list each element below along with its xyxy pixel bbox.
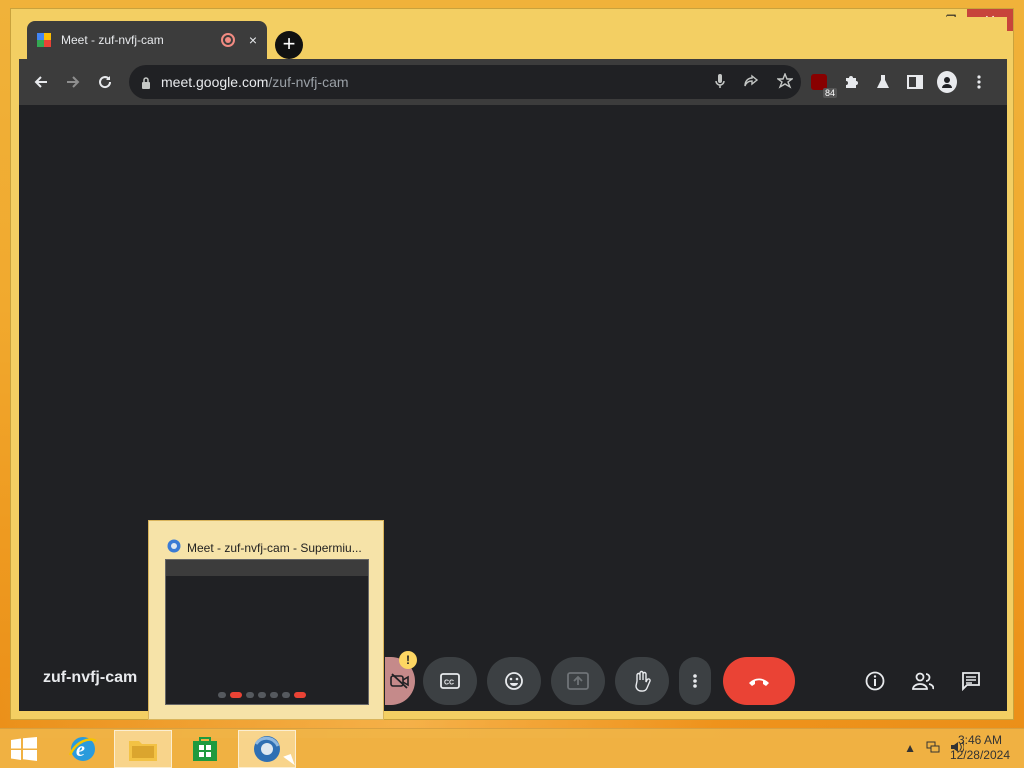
lock-icon[interactable]: [141, 76, 151, 89]
side-panel-icon[interactable]: [905, 72, 925, 92]
bookmark-star-icon[interactable]: [775, 71, 795, 92]
meeting-details-info-icon[interactable]: [859, 665, 891, 697]
people-icon[interactable]: [907, 665, 939, 697]
ublock-badge: 84: [822, 88, 837, 98]
url-path: /zuf-nvfj-cam: [268, 74, 349, 90]
browser-app-icon: [167, 539, 181, 556]
leave-call-button[interactable]: [723, 657, 795, 705]
back-icon[interactable]: [25, 66, 57, 98]
clock-time: 3:46 AM: [957, 733, 1002, 747]
more-options-button[interactable]: [679, 657, 711, 705]
present-screen-button[interactable]: [551, 657, 605, 705]
omnibox-actions: [715, 65, 795, 99]
tab-strip: Meet - zuf-nvfj-cam × +: [19, 17, 1007, 63]
extensions-area: 84: [809, 65, 989, 99]
start-windows-icon[interactable]: [10, 737, 38, 761]
forward-icon[interactable]: [57, 66, 89, 98]
tab-meet[interactable]: Meet - zuf-nvfj-cam ×: [27, 21, 267, 59]
ublock-extension-icon[interactable]: 84: [809, 72, 837, 98]
chat-icon[interactable]: [955, 665, 987, 697]
captions-button[interactable]: CC: [423, 657, 477, 705]
raise-hand-button[interactable]: [615, 657, 669, 705]
reactions-emoji-button[interactable]: [487, 657, 541, 705]
new-tab-button[interactable]: +: [275, 31, 303, 59]
camera-warning-badge[interactable]: !: [399, 651, 417, 669]
share-icon[interactable]: [743, 74, 759, 91]
taskbar: e ▲ 3:46 AM 12/28/2024: [0, 728, 1024, 768]
network-icon[interactable]: [926, 741, 940, 756]
clock-date: 12/28/2024: [949, 748, 1010, 762]
store-icon[interactable]: [176, 730, 234, 768]
recording-indicator-icon: [220, 33, 235, 47]
meeting-code-label: zuf-nvfj-cam: [43, 669, 138, 686]
address-bar[interactable]: meet.google.com/zuf-nvfj-cam: [129, 65, 801, 99]
browser-toolbar: meet.google.com/zuf-nvfj-cam 84: [19, 59, 1007, 105]
profile-avatar-icon[interactable]: [937, 71, 957, 93]
tab-title: Meet - zuf-nvfj-cam: [61, 33, 164, 47]
labs-flask-icon[interactable]: [873, 72, 893, 92]
microphone-icon[interactable]: [715, 73, 725, 91]
url-domain: meet.google.com: [161, 74, 269, 90]
taskbar-thumbnail-preview[interactable]: Meet - zuf-nvfj-cam - Supermiu...: [148, 520, 384, 720]
preview-window-thumbnail[interactable]: [165, 559, 369, 705]
clock[interactable]: 3:46 AM 12/28/2024: [950, 733, 1010, 763]
tab-close-button[interactable]: ×: [249, 32, 257, 48]
show-hidden-icons-icon[interactable]: ▲: [904, 741, 916, 756]
svg-text:CC: CC: [444, 680, 454, 687]
preview-title: Meet - zuf-nvfj-cam - Supermiu...: [167, 539, 362, 556]
extensions-puzzle-icon[interactable]: [841, 72, 861, 92]
reload-icon[interactable]: [89, 66, 121, 98]
internet-explorer-icon[interactable]: e: [54, 730, 112, 768]
google-meet-favicon-icon: [37, 33, 53, 47]
file-explorer-icon[interactable]: [114, 730, 172, 768]
browser-menu-icon[interactable]: [969, 72, 989, 92]
preview-title-text: Meet - zuf-nvfj-cam - Supermiu...: [187, 540, 362, 555]
